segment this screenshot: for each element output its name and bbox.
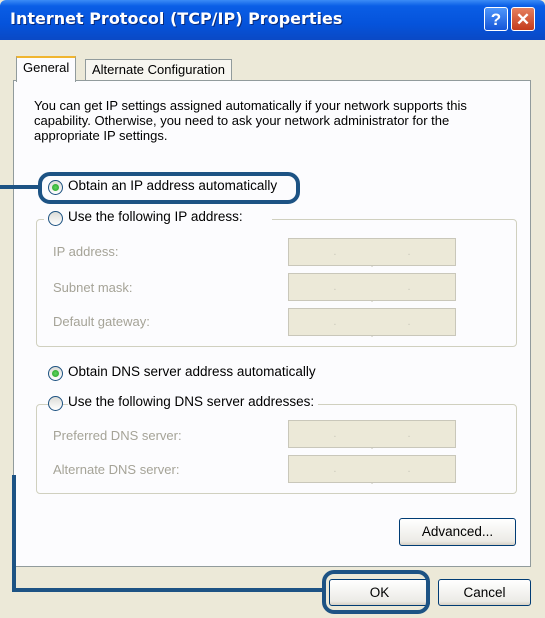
help-icon[interactable]: ?: [484, 7, 508, 31]
default-gateway-label: Default gateway:: [53, 314, 150, 329]
subnet-mask-field[interactable]: . . .: [288, 273, 456, 305]
title-bar[interactable]: Internet Protocol (TCP/IP) Properties ? …: [0, 0, 545, 40]
ok-callout-line-vertical: [12, 475, 16, 592]
tab-general[interactable]: General: [16, 56, 77, 82]
default-gateway-field[interactable]: . . .: [288, 308, 456, 340]
default-gateway-value: . . .: [333, 316, 445, 340]
ok-highlight: [322, 570, 430, 614]
obtain-ip-callout-line: [0, 185, 39, 189]
use-following-dns-radio[interactable]: [48, 396, 63, 411]
window-title: Internet Protocol (TCP/IP) Properties: [10, 9, 343, 28]
tcpip-properties-dialog: Internet Protocol (TCP/IP) Properties ? …: [0, 0, 545, 618]
use-following-dns-label[interactable]: Use the following DNS server addresses:: [68, 394, 319, 409]
use-following-ip-label[interactable]: Use the following IP address:: [68, 209, 247, 224]
description-text: You can get IP settings assigned automat…: [34, 98, 467, 143]
close-icon[interactable]: ✕: [511, 7, 535, 31]
use-following-ip-radio[interactable]: [48, 211, 63, 226]
cancel-button[interactable]: Cancel: [438, 579, 531, 606]
preferred-dns-value: . . .: [333, 428, 445, 452]
ok-callout-line-horizontal: [12, 588, 324, 592]
alternate-dns-label: Alternate DNS server:: [53, 462, 180, 477]
advanced-button[interactable]: Advanced...: [399, 518, 516, 546]
obtain-ip-highlight: [38, 172, 300, 204]
ip-address-field[interactable]: . . .: [288, 238, 456, 270]
obtain-dns-auto-radio[interactable]: [48, 366, 63, 381]
alternate-dns-value: . . .: [333, 463, 445, 487]
subnet-mask-label: Subnet mask:: [53, 280, 133, 295]
preferred-dns-field[interactable]: . . .: [288, 420, 456, 452]
preferred-dns-label: Preferred DNS server:: [53, 428, 182, 443]
tab-alternate-configuration[interactable]: Alternate Configuration: [85, 59, 232, 82]
obtain-dns-auto-label[interactable]: Obtain DNS server address automatically: [68, 364, 316, 379]
ip-address-label: IP address:: [53, 244, 119, 259]
subnet-mask-value: . . .: [333, 281, 445, 305]
alternate-dns-field[interactable]: . . .: [288, 455, 456, 487]
ip-address-value: . . .: [333, 246, 445, 270]
